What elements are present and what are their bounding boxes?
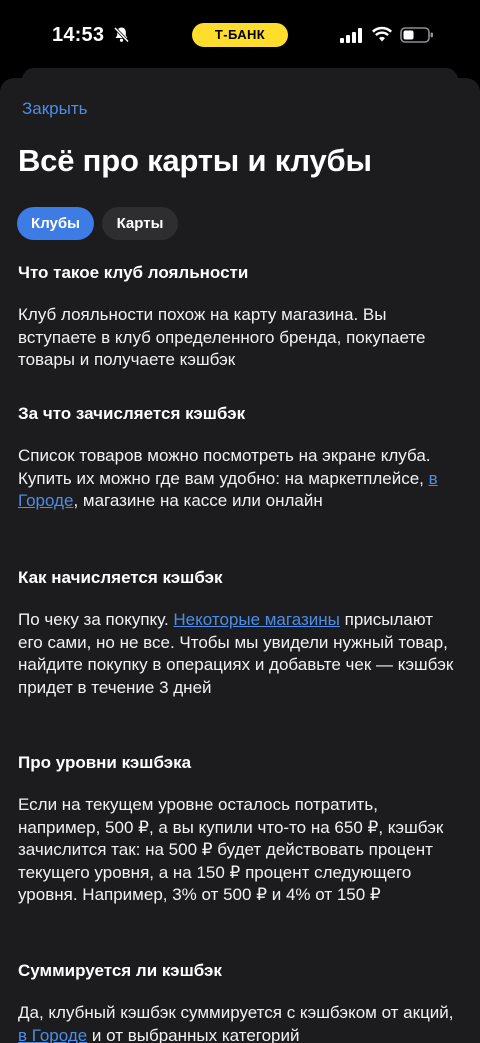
section-heading: За что зачисляется кэшбэк (18, 404, 246, 423)
section-text: Да, клубный кэшбэк суммируется с кэшбэко… (18, 1003, 454, 1043)
city-link[interactable]: в Городе (18, 1026, 87, 1043)
section-what-is-club: Что такое клуб лояльности Клуб лояльност… (18, 262, 458, 372)
battery-icon (400, 27, 433, 43)
status-bar: 14:53 Т-БАНК (0, 0, 480, 68)
cellular-signal-icon (340, 28, 362, 43)
section-how-cashback-credited: Как начисляется кэшбэк По чеку за покупк… (18, 567, 458, 699)
section-heading: Суммируется ли кэшбэк (18, 961, 222, 980)
bank-pill[interactable]: Т-БАНК (192, 23, 288, 47)
section-text: По чеку за покупку. Некоторые магазины п… (18, 610, 454, 697)
status-time: 14:53 (52, 24, 105, 46)
bell-slash-icon (113, 26, 130, 43)
section-what-earns-cashback: За что зачисляется кэшбэк Список товаров… (18, 403, 458, 513)
tab-cards[interactable]: Карты (102, 207, 178, 240)
section-cashback-levels: Про уровни кэшбэка Если на текущем уровн… (18, 752, 458, 907)
close-button[interactable]: Закрыть (22, 99, 87, 119)
some-stores-link[interactable]: Некоторые магазины (173, 610, 339, 629)
section-heading: Про уровни кэшбэка (18, 753, 192, 772)
tab-clubs[interactable]: Клубы (17, 207, 94, 240)
wifi-icon (372, 26, 392, 42)
section-heading: Как начисляется кэшбэк (18, 568, 223, 587)
section-text: Клуб лояльности похож на карту магазина.… (18, 305, 426, 369)
section-text: Список товаров можно посмотреть на экран… (18, 446, 438, 510)
section-cashback-stacking: Суммируется ли кэшбэк Да, клубный кэшбэк… (18, 960, 458, 1043)
section-text: Если на текущем уровне осталось потратит… (18, 795, 444, 904)
page-title: Всё про карты и клубы (18, 143, 372, 178)
section-heading: Что такое клуб лояльности (18, 263, 249, 282)
